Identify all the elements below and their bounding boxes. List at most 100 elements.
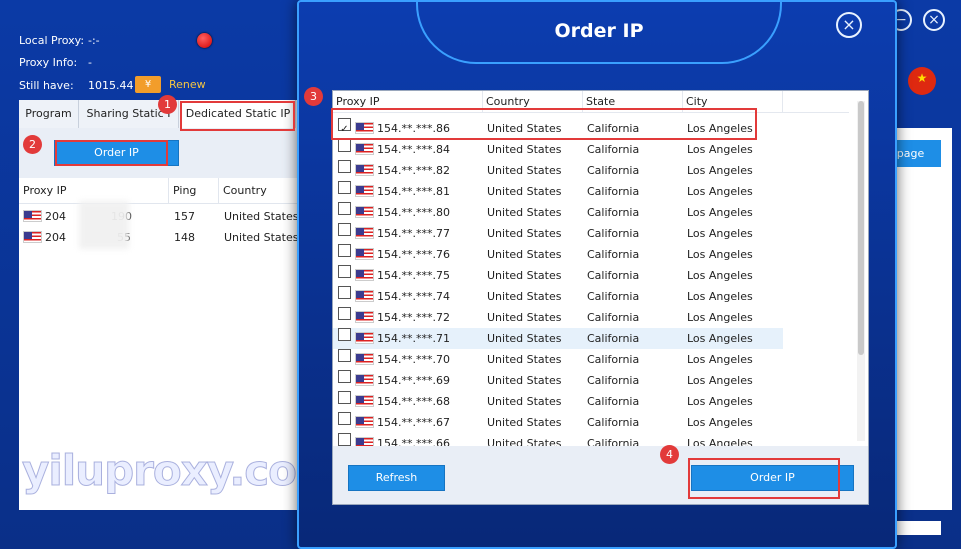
country-value: United States <box>487 290 562 303</box>
balance-row: Still have: 1015.44 <box>19 79 134 92</box>
ip-value: 154.**.***.80 <box>377 206 450 219</box>
country-value: United States <box>224 210 299 223</box>
still-have-label: Still have: <box>19 79 74 92</box>
ip-value: 154.**.***.84 <box>377 143 450 156</box>
country-value: United States <box>487 269 562 282</box>
column-ping[interactable]: Ping <box>169 178 219 204</box>
proxy-row[interactable]: 204 55 148 United States <box>19 227 304 248</box>
row-checkbox[interactable] <box>338 412 351 425</box>
row-checkbox[interactable] <box>338 160 351 173</box>
ip-row[interactable]: 154.**.***.75 United States California Los … <box>333 265 783 286</box>
country-value: United States <box>487 185 562 198</box>
city-value: Los Angeles <box>687 311 753 324</box>
ip-value: 154.**.***.74 <box>377 290 450 303</box>
city-value: Los Angeles <box>687 269 753 282</box>
us-flag-icon <box>355 227 374 239</box>
ip-value: 154.**.***.70 <box>377 353 450 366</box>
ip-row[interactable]: 154.**.***.70 United States California Los … <box>333 349 783 370</box>
ip-value: 154.**.***.72 <box>377 311 450 324</box>
close-icon[interactable]: × <box>923 9 945 31</box>
us-flag-icon <box>355 290 374 302</box>
city-value: Los Angeles <box>687 206 753 219</box>
state-value: California <box>587 311 640 324</box>
ip-row[interactable]: 154.**.***.67 United States California Los … <box>333 412 783 433</box>
local-proxy-label: Local Proxy: <box>19 34 85 47</box>
tab-program[interactable]: Program <box>19 100 79 128</box>
us-flag-icon <box>355 164 374 176</box>
row-checkbox[interactable] <box>338 349 351 362</box>
balance-value: 1015.44 <box>88 79 134 92</box>
city-value: Los Angeles <box>687 143 753 156</box>
ip-value: 154.**.***.71 <box>377 332 450 345</box>
local-proxy-value: -:- <box>88 34 100 47</box>
us-flag-icon <box>355 143 374 155</box>
us-flag-icon <box>355 416 374 428</box>
china-flag-icon[interactable]: ★ <box>908 67 936 95</box>
ip-row[interactable]: 154.**.***.68 United States California Los … <box>333 391 783 412</box>
row-checkbox[interactable] <box>338 286 351 299</box>
proxy-info-label: Proxy Info: <box>19 56 78 69</box>
column-country[interactable]: Country <box>219 178 304 204</box>
redacted-ip-blur <box>79 201 129 249</box>
ip-value: 154.**.***.67 <box>377 416 450 429</box>
country-value: United States <box>487 374 562 387</box>
ip-row[interactable]: 154.**.***.77 United States California Los … <box>333 223 783 244</box>
row-checkbox[interactable] <box>338 223 351 236</box>
proxy-info-value: - <box>88 56 92 69</box>
ip-prefix: 204 <box>45 210 66 223</box>
state-value: California <box>587 164 640 177</box>
ip-row[interactable]: 154.**.***.84 United States California Los … <box>333 139 783 160</box>
refresh-button[interactable]: Refresh <box>348 465 445 491</box>
us-flag-icon <box>355 332 374 344</box>
state-value: California <box>587 395 640 408</box>
city-value: Los Angeles <box>687 227 753 240</box>
scrollbar[interactable] <box>857 101 865 441</box>
country-value: United States <box>224 231 299 244</box>
city-value: Los Angeles <box>687 416 753 429</box>
dialog-close-icon[interactable]: × <box>836 12 862 38</box>
renew-link[interactable]: Renew <box>169 78 206 91</box>
us-flag-icon <box>23 231 42 243</box>
ip-row[interactable]: 154.**.***.74 United States California Los … <box>333 286 783 307</box>
status-indicator <box>197 33 212 48</box>
ip-value: 154.**.***.76 <box>377 248 450 261</box>
scrollbar-thumb[interactable] <box>858 101 864 355</box>
row-checkbox[interactable] <box>338 139 351 152</box>
row-checkbox[interactable] <box>338 307 351 320</box>
ip-row[interactable]: 154.**.***.76 United States California Los … <box>333 244 783 265</box>
ip-row[interactable]: 154.**.***.69 United States California Los … <box>333 370 783 391</box>
city-value: Los Angeles <box>687 185 753 198</box>
state-value: California <box>587 185 640 198</box>
highlight-box <box>180 101 295 131</box>
city-value: Los Angeles <box>687 395 753 408</box>
ip-row[interactable]: 154.**.***.81 United States California Los … <box>333 181 783 202</box>
ping-value: 157 <box>174 210 195 223</box>
state-value: California <box>587 206 640 219</box>
row-checkbox[interactable] <box>338 244 351 257</box>
row-checkbox[interactable] <box>338 391 351 404</box>
state-value: California <box>587 248 640 261</box>
ip-row[interactable]: 154.**.***.82 United States California Los … <box>333 160 783 181</box>
ip-row[interactable]: 154.**.***.71 United States California Los … <box>333 328 783 349</box>
proxy-row[interactable]: 204 190 157 United States <box>19 206 304 227</box>
state-value: California <box>587 416 640 429</box>
ip-list-panel: Proxy IP Country State City ✓ 154.**.***.… <box>332 90 869 505</box>
row-checkbox[interactable] <box>338 328 351 341</box>
ip-row[interactable]: 154.**.***.72 United States California Los … <box>333 307 783 328</box>
city-value: Los Angeles <box>687 290 753 303</box>
row-checkbox[interactable] <box>338 265 351 278</box>
row-checkbox[interactable] <box>338 181 351 194</box>
row-checkbox[interactable] <box>338 433 351 446</box>
state-value: California <box>587 332 640 345</box>
row-checkbox[interactable] <box>338 370 351 383</box>
city-value: Los Angeles <box>687 164 753 177</box>
us-flag-icon <box>355 311 374 323</box>
ip-row[interactable]: 154.**.***.80 United States California Los … <box>333 202 783 223</box>
dialog-title: Order IP <box>554 20 644 42</box>
row-checkbox[interactable] <box>338 202 351 215</box>
state-value: California <box>587 227 640 240</box>
country-value: United States <box>487 353 562 366</box>
country-value: United States <box>487 332 562 345</box>
city-value: Los Angeles <box>687 248 753 261</box>
country-value: United States <box>487 416 562 429</box>
